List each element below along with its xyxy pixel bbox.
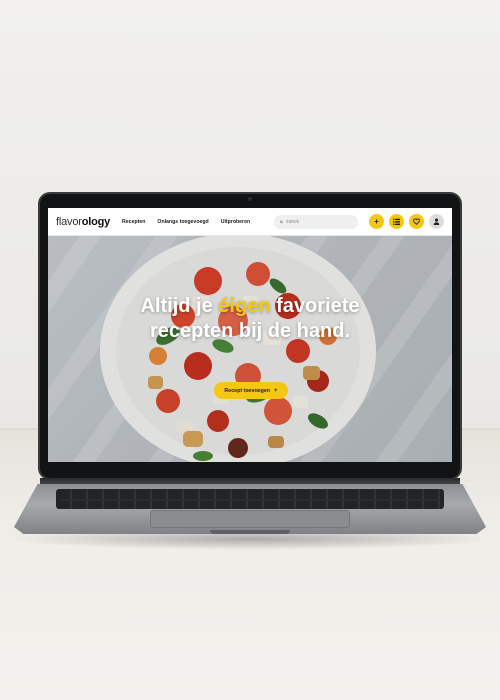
add-recipe-button[interactable]: Recept toevoegen +: [214, 382, 288, 399]
site-logo[interactable]: flavorology: [56, 216, 110, 228]
plus-icon: +: [374, 217, 379, 226]
add-recipe-label: Recept toevoegen: [224, 387, 271, 394]
hero-overlay: [48, 236, 452, 462]
search-icon: [280, 220, 283, 223]
list-icon-button[interactable]: [389, 214, 404, 229]
list-icon: [393, 218, 400, 225]
heart-icon: [413, 218, 420, 225]
nav-link-uitproberen[interactable]: Uitproberen: [221, 219, 250, 225]
keyboard-row-gap: [60, 499, 440, 501]
logo-light: flavor: [56, 215, 82, 228]
nav-link-onlangs-toegevoegd[interactable]: Onlangs toegevoegd: [157, 219, 208, 225]
headline-part-1: Altijd je: [140, 295, 219, 317]
user-icon: [433, 218, 440, 225]
hero-banner: Altijd je éigen favoriete recepten bij d…: [48, 236, 452, 462]
headline-line-2: recepten bij de hand.: [149, 320, 351, 342]
laptop-front-notch: [210, 530, 290, 534]
site-header: flavorology Recepten Onlangs toegevoegd …: [48, 208, 452, 236]
laptop-screen: flavorology Recepten Onlangs toegevoegd …: [48, 208, 452, 462]
favorites-icon-button[interactable]: [409, 214, 424, 229]
logo-bold: ology: [81, 215, 111, 228]
headline-part-2: favoriete: [270, 295, 360, 317]
headline-highlight: éigen: [218, 295, 271, 317]
search-input[interactable]: [286, 218, 352, 225]
trackpad: [150, 510, 350, 528]
webcam: [248, 197, 252, 201]
plus-icon: +: [274, 387, 278, 394]
add-recipe-icon-button[interactable]: +: [369, 214, 384, 229]
headline-line-1: Altijd je éigen favoriete: [48, 294, 452, 319]
search-bar[interactable]: [274, 214, 358, 229]
hero-headline: Altijd je éigen favoriete recepten bij d…: [48, 294, 452, 344]
nav-link-recepten[interactable]: Recepten: [122, 219, 145, 225]
account-icon-button[interactable]: [429, 214, 444, 229]
laptop-lid: flavorology Recepten Onlangs toegevoegd …: [38, 192, 462, 480]
